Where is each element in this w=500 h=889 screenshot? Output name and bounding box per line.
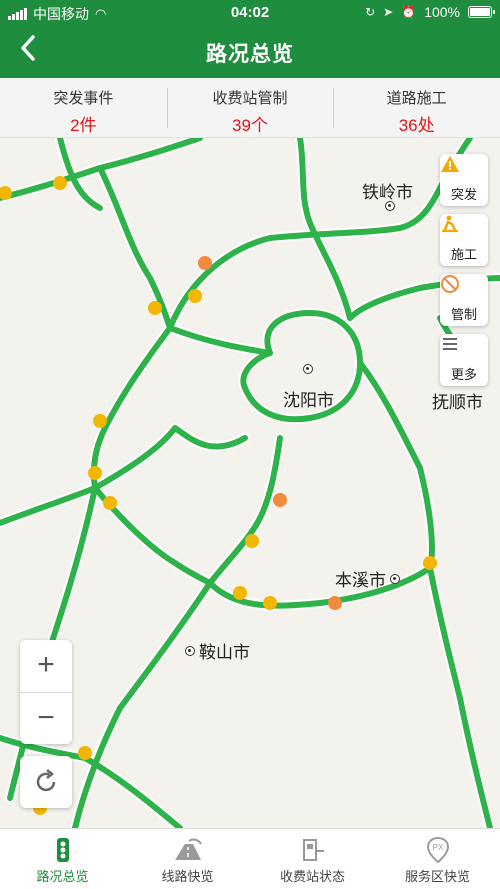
menu-icon xyxy=(440,338,488,364)
filter-control-button[interactable]: 管制 xyxy=(440,274,488,326)
status-right: ↻ ➤ ⏰ 100% xyxy=(365,4,495,20)
traffic-light-icon xyxy=(0,837,125,863)
nav-bar: 路况总览 xyxy=(0,26,500,78)
stats-bar: 突发事件 2件 收费站管制 39个 道路施工 36处 xyxy=(0,78,500,138)
status-bar: 中国移动 ◠ 04:02 ↻ ➤ ⏰ 100% xyxy=(0,0,500,26)
stat-construction[interactable]: 道路施工 36处 xyxy=(333,78,500,137)
construction-icon xyxy=(440,215,488,244)
filter-construction-button[interactable]: 施工 xyxy=(440,214,488,266)
tool-label: 更多 xyxy=(450,367,477,382)
tab-label: 线路快览 xyxy=(161,869,214,884)
tab-toll-status[interactable]: 收费站状态 xyxy=(250,829,375,889)
city-dot xyxy=(185,645,195,656)
lock-rotation-icon: ↻ xyxy=(365,5,376,19)
bottom-tab-bar: 路况总览 线路快览 收费站状态 PX 服务区快览 xyxy=(0,828,500,889)
battery-percent: 100% xyxy=(424,4,460,20)
app-header: 中国移动 ◠ 04:02 ↻ ➤ ⏰ 100% 路况总览 xyxy=(0,0,500,78)
refresh-icon xyxy=(36,769,56,792)
refresh-button[interactable] xyxy=(20,756,72,808)
city-dot xyxy=(390,573,400,584)
stat-label: 道路施工 xyxy=(386,90,447,107)
tab-traffic-overview[interactable]: 路况总览 xyxy=(0,829,125,889)
tab-service-area[interactable]: PX 服务区快览 xyxy=(375,829,500,889)
stat-toll-control[interactable]: 收费站管制 39个 xyxy=(166,78,334,137)
alarm-icon: ⏰ xyxy=(401,5,417,19)
stat-label: 突发事件 xyxy=(53,90,114,107)
city-shenyang: 沈阳市 xyxy=(283,364,334,411)
tool-label: 突发 xyxy=(450,187,477,202)
city-name: 本溪市 xyxy=(335,571,386,590)
svg-text:PX: PX xyxy=(432,843,443,852)
city-benxi: 本溪市 xyxy=(335,566,400,591)
stat-label: 收费站管制 xyxy=(212,90,288,107)
road-map[interactable]: 铁岭市 沈阳市 抚顺市 本溪市 鞍山市 突发 施工 管制 更多 xyxy=(0,138,500,828)
stat-incidents[interactable]: 突发事件 2件 xyxy=(0,78,167,137)
city-anshan: 鞍山市 xyxy=(185,638,250,663)
tab-label: 服务区快览 xyxy=(404,869,470,884)
zoom-out-button[interactable]: − xyxy=(20,692,72,744)
city-name: 鞍山市 xyxy=(199,643,250,662)
filter-incidents-button[interactable]: 突发 xyxy=(440,154,488,206)
stat-value: 2件 xyxy=(70,116,97,135)
tab-label: 收费站状态 xyxy=(279,869,345,884)
page-title: 路况总览 xyxy=(206,43,294,66)
city-dot xyxy=(385,201,395,211)
more-button[interactable]: 更多 xyxy=(440,334,488,386)
battery-icon xyxy=(468,6,495,18)
zoom-control: + − xyxy=(20,640,72,744)
no-entry-icon xyxy=(440,275,488,304)
toll-booth-icon xyxy=(250,837,375,863)
service-area-icon: PX xyxy=(375,837,500,863)
city-dot xyxy=(303,364,313,374)
city-name: 沈阳市 xyxy=(283,391,334,410)
city-fushun: 抚顺市 xyxy=(432,388,483,413)
zoom-in-button[interactable]: + xyxy=(20,640,72,692)
warning-icon xyxy=(440,156,488,184)
tab-route-overview[interactable]: 线路快览 xyxy=(125,829,250,889)
tab-label: 路况总览 xyxy=(36,869,89,884)
road-icon xyxy=(125,837,250,863)
city-tieling: 铁岭市 xyxy=(362,178,413,203)
stat-value: 39个 xyxy=(232,116,268,135)
stat-value: 36处 xyxy=(398,116,435,135)
city-name: 抚顺市 xyxy=(432,393,483,412)
tool-label: 管制 xyxy=(450,307,477,322)
city-name: 铁岭市 xyxy=(362,183,413,202)
location-icon: ➤ xyxy=(383,5,394,19)
tool-label: 施工 xyxy=(450,247,477,262)
road-network xyxy=(0,138,500,828)
